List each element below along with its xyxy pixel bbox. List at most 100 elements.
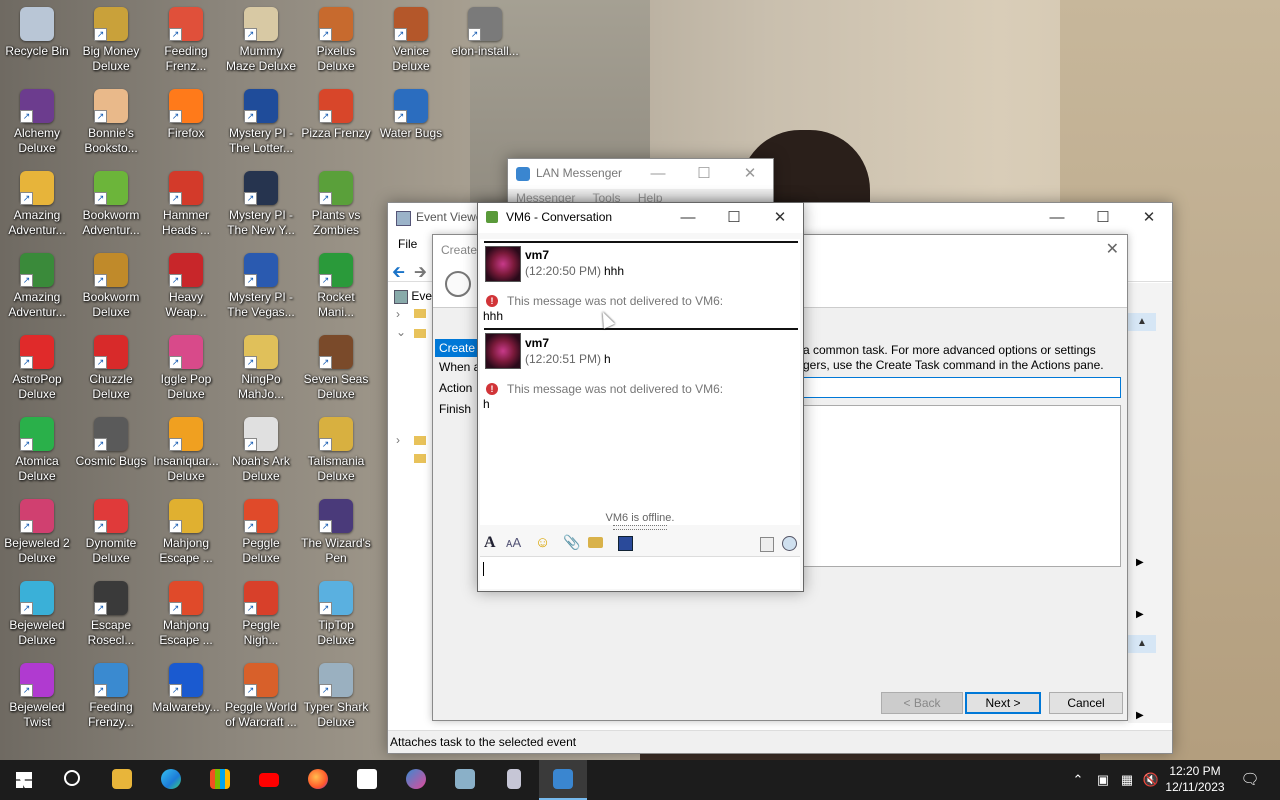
minimize-button[interactable]: — <box>1034 203 1080 233</box>
taskbar-firefox[interactable] <box>294 760 342 800</box>
desktop-icon[interactable]: ↗ Mahjong Escape ... <box>149 497 223 566</box>
maximize-button[interactable]: ☐ <box>1080 203 1126 233</box>
tree-root[interactable]: Eve <box>394 289 432 304</box>
right-scrollbar[interactable]: ▲ ▶ ▶ ▲ ▶ <box>1128 283 1172 723</box>
desktop-icon[interactable]: ↗ Bookworm Adventur... <box>74 169 148 238</box>
desktop-icon[interactable]: ↗ Rocket Mani... <box>299 251 373 320</box>
expand-arrow-icon[interactable]: ▶ <box>1136 609 1144 620</box>
desktop-icon[interactable]: ↗ Mystery PI - The New Y... <box>224 169 298 238</box>
task-name-field[interactable]: indows-DistributedCOM_10016 <box>801 377 1121 398</box>
desktop-icon[interactable]: ↗ Bejeweled Twist <box>0 661 74 730</box>
desktop-icon[interactable]: ↗ Chuzzle Deluxe <box>74 333 148 402</box>
desktop-icon[interactable]: ↗ Firefox <box>149 87 223 141</box>
desktop-icon[interactable]: ↗ Mystery PI - The Vegas... <box>224 251 298 320</box>
task-description-field[interactable] <box>803 405 1121 567</box>
font-color-icon[interactable]: ᴀA <box>506 535 521 550</box>
close-button[interactable]: ✕ <box>1126 203 1172 233</box>
taskbar-store[interactable] <box>196 760 244 800</box>
network-icon[interactable]: ▦ <box>1116 760 1138 800</box>
desktop-icon[interactable]: ↗ NingPo MahJo... <box>224 333 298 402</box>
desktop-icon[interactable]: ↗ Bejeweled Deluxe <box>0 579 74 648</box>
desktop-icon[interactable]: ↗ Feeding Frenz... <box>149 5 223 74</box>
desktop-icon[interactable]: ↗ Iggle Pop Deluxe <box>149 333 223 402</box>
chevron-right-icon[interactable]: › <box>396 307 400 321</box>
minimize-button[interactable]: — <box>665 203 711 233</box>
taskbar-solitaire[interactable] <box>343 760 391 800</box>
lan-messenger-titlebar[interactable]: LAN Messenger — ☐ ✕ <box>508 159 773 189</box>
desktop-icon[interactable]: ↗ Malwareby... <box>149 661 223 715</box>
desktop-icon[interactable]: ↗ Heavy Weap... <box>149 251 223 320</box>
volume-muted-icon[interactable]: 🔇 <box>1140 760 1162 800</box>
next-button[interactable]: Next > <box>965 692 1041 714</box>
taskbar-youtube[interactable] <box>245 760 293 800</box>
desktop-icon[interactable]: Recycle Bin <box>0 5 74 59</box>
desktop-icon[interactable]: ↗ Amazing Adventur... <box>0 251 74 320</box>
smiley-icon[interactable]: ☺ <box>535 534 550 551</box>
save-icon[interactable] <box>618 536 633 551</box>
taskbar-app[interactable] <box>392 760 440 800</box>
step-trigger[interactable]: When a <box>439 360 480 374</box>
desktop-icon[interactable]: ↗ elon-install... <box>448 5 522 59</box>
expand-arrow-icon[interactable]: ▶ <box>1136 710 1144 721</box>
desktop-icon[interactable]: ↗ Cosmic Bugs <box>74 415 148 469</box>
close-button[interactable]: ✕ <box>1106 239 1119 259</box>
collapse-pane-button[interactable]: ▲ <box>1128 635 1156 653</box>
maximize-button[interactable]: ☐ <box>711 203 757 233</box>
desktop-icon[interactable]: ↗ Bonnie's Booksto... <box>74 87 148 156</box>
desktop-icon[interactable]: ↗ Mahjong Escape ... <box>149 579 223 648</box>
desktop-icon[interactable]: ↗ The Wizard's Pen <box>299 497 373 566</box>
close-button[interactable]: ✕ <box>727 159 773 189</box>
collapse-pane-button[interactable]: ▲ <box>1128 313 1156 331</box>
taskbar-edge[interactable] <box>147 760 195 800</box>
desktop-icon[interactable]: ↗ Mystery PI - The Lotter... <box>224 87 298 156</box>
attach-file-icon[interactable]: 📎 <box>563 534 580 551</box>
message-input[interactable] <box>480 556 800 589</box>
desktop-icon[interactable]: ↗ Alchemy Deluxe <box>0 87 74 156</box>
maximize-button[interactable]: ☐ <box>681 159 727 189</box>
conversation-window[interactable]: VM6 - Conversation — ☐ ✕ vm7 (12:20:50 P… <box>477 202 804 592</box>
expand-arrow-icon[interactable]: ▶ <box>1136 557 1144 568</box>
splitter-grip[interactable] <box>613 525 667 530</box>
desktop-icon[interactable]: ↗ TipTop Deluxe <box>299 579 373 648</box>
step-finish[interactable]: Finish <box>439 402 471 416</box>
desktop-icon[interactable]: ↗ Escape Rosecl... <box>74 579 148 648</box>
folder-icon[interactable] <box>588 537 603 548</box>
desktop-icon[interactable]: ↗ Talismania Deluxe <box>299 415 373 484</box>
close-button[interactable]: ✕ <box>757 203 803 233</box>
back-button[interactable]: < Back <box>881 692 963 714</box>
desktop-icon[interactable]: ↗ Seven Seas Deluxe <box>299 333 373 402</box>
font-icon[interactable]: A <box>484 534 496 552</box>
desktop-icon[interactable]: ↗ Hammer Heads ... <box>149 169 223 238</box>
desktop-icon[interactable]: ↗ Plants vs Zombies <box>299 169 373 238</box>
message-history[interactable]: vm7 (12:20:50 PM) hhh ! This message was… <box>480 239 800 525</box>
desktop-icon[interactable]: ↗ Mummy Maze Deluxe <box>224 5 298 74</box>
desktop-icon[interactable]: ↗ Typer Shark Deluxe <box>299 661 373 730</box>
desktop-icon[interactable]: ↗ Noah's Ark Deluxe <box>224 415 298 484</box>
cancel-button[interactable]: Cancel <box>1049 692 1123 714</box>
start-button[interactable] <box>0 760 48 800</box>
desktop-icon[interactable]: ↗ Bookworm Deluxe <box>74 251 148 320</box>
desktop-icon[interactable]: ↗ Feeding Frenzy... <box>74 661 148 730</box>
desktop-icon[interactable]: ↗ Bejeweled 2 Deluxe <box>0 497 74 566</box>
desktop-icon[interactable]: ↗ Peggle World of Warcraft ... <box>224 661 298 730</box>
conversation-titlebar[interactable]: VM6 - Conversation — ☐ ✕ <box>478 203 803 233</box>
history-icon[interactable] <box>760 537 774 552</box>
desktop-icon[interactable]: ↗ Dynomite Deluxe <box>74 497 148 566</box>
desktop-icon[interactable]: ↗ Insaniquar... Deluxe <box>149 415 223 484</box>
menu-file[interactable]: File <box>398 237 417 251</box>
transfers-icon[interactable] <box>782 536 797 551</box>
desktop-icon[interactable]: ↗ Peggle Deluxe <box>224 497 298 566</box>
chevron-right-icon[interactable]: › <box>396 433 400 447</box>
chevron-down-icon[interactable]: ⌄ <box>396 325 406 339</box>
desktop-icon[interactable]: ↗ AstroPop Deluxe <box>0 333 74 402</box>
meet-now-icon[interactable]: ▣ <box>1092 760 1114 800</box>
minimize-button[interactable]: — <box>635 159 681 189</box>
desktop-icon[interactable]: ↗ Pizza Frenzy <box>299 87 373 141</box>
taskbar-lan-messenger[interactable] <box>539 760 587 800</box>
taskbar-app[interactable] <box>490 760 538 800</box>
taskbar-task-manager[interactable] <box>441 760 489 800</box>
desktop-icon[interactable]: ↗ Venice Deluxe <box>374 5 448 74</box>
desktop-icon[interactable]: ↗ Amazing Adventur... <box>0 169 74 238</box>
desktop-icon[interactable]: ↗ Water Bugs <box>374 87 448 141</box>
notification-icon[interactable]: 🗨 <box>1232 760 1268 800</box>
